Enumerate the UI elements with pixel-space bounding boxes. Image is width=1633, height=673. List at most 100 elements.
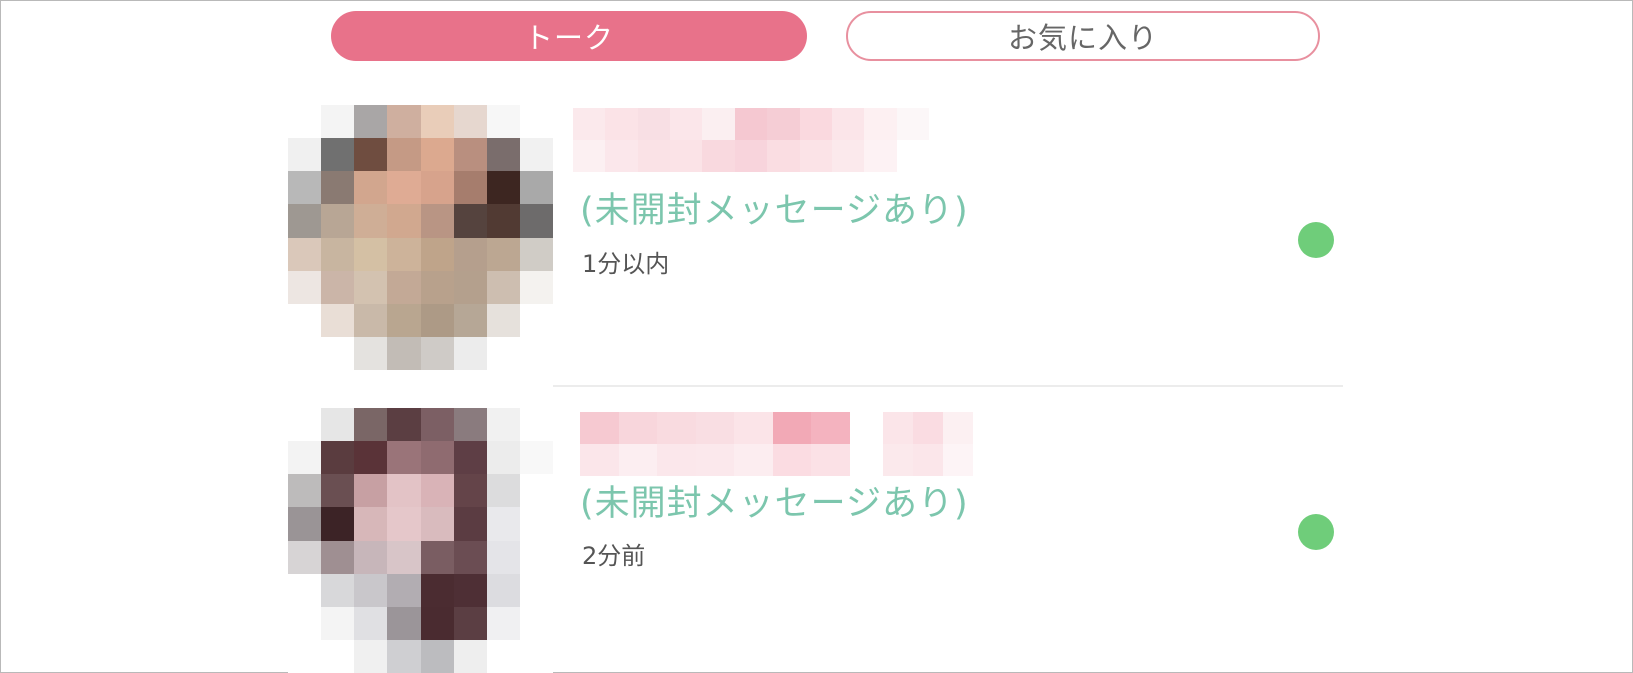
mosaic-pixel xyxy=(420,138,454,172)
mosaic-pixel xyxy=(288,408,322,442)
mosaic-pixel xyxy=(288,573,322,607)
mosaic-pixel xyxy=(519,408,553,442)
mosaic-pixel xyxy=(734,108,768,140)
list-divider xyxy=(553,385,1343,387)
mosaic-pixel xyxy=(702,140,735,172)
mosaic-pixel xyxy=(519,540,553,574)
mosaic-pixel xyxy=(354,270,388,304)
mosaic-pixel xyxy=(288,138,322,172)
mosaic-pixel xyxy=(453,606,487,640)
mosaic-pixel xyxy=(453,303,487,337)
mosaic-pixel xyxy=(354,606,388,640)
mosaic-pixel xyxy=(767,140,800,172)
mosaic-pixel xyxy=(453,441,487,475)
mosaic-pixel xyxy=(354,204,388,238)
mosaic-pixel xyxy=(288,507,322,541)
mosaic-pixel xyxy=(387,270,421,304)
mosaic-pixel xyxy=(453,336,487,370)
mosaic-pixel xyxy=(288,474,322,508)
mosaic-pixel xyxy=(695,412,735,444)
mosaic-pixel xyxy=(453,573,487,607)
mosaic-pixel xyxy=(321,573,355,607)
mosaic-pixel xyxy=(420,105,454,139)
mosaic-pixel xyxy=(354,408,388,442)
mosaic-pixel xyxy=(883,444,913,476)
mosaic-pixel xyxy=(913,444,943,476)
mosaic-pixel xyxy=(943,444,973,476)
mosaic-pixel xyxy=(354,573,388,607)
avatar xyxy=(288,408,553,673)
mosaic-pixel xyxy=(387,474,421,508)
mosaic-pixel xyxy=(519,303,553,337)
mosaic-pixel xyxy=(354,105,388,139)
mosaic-pixel xyxy=(670,108,703,140)
mosaic-pixel xyxy=(321,474,355,508)
mosaic-pixel xyxy=(670,140,703,172)
mosaic-pixel xyxy=(321,204,355,238)
mosaic-pixel xyxy=(486,540,520,574)
mosaic-pixel xyxy=(321,270,355,304)
mosaic-pixel xyxy=(420,606,454,640)
mosaic-pixel xyxy=(420,639,454,673)
mosaic-pixel xyxy=(486,138,520,172)
mosaic-pixel xyxy=(420,270,454,304)
mosaic-pixel xyxy=(288,204,322,238)
mosaic-pixel xyxy=(580,412,619,444)
mosaic-pixel xyxy=(354,474,388,508)
blurred-username xyxy=(580,412,850,476)
mosaic-pixel xyxy=(453,171,487,205)
mosaic-pixel xyxy=(354,303,388,337)
mosaic-pixel xyxy=(288,171,322,205)
mosaic-pixel xyxy=(420,474,454,508)
mosaic-pixel xyxy=(354,171,388,205)
mosaic-pixel xyxy=(573,108,606,140)
mosaic-pixel xyxy=(354,507,388,541)
mosaic-pixel xyxy=(767,108,800,140)
mosaic-pixel xyxy=(519,606,553,640)
mosaic-pixel xyxy=(453,138,487,172)
mosaic-pixel xyxy=(288,270,322,304)
mosaic-pixel xyxy=(573,140,606,172)
mosaic-pixel xyxy=(486,474,520,508)
mosaic-pixel xyxy=(453,639,487,673)
mosaic-pixel xyxy=(321,336,355,370)
mosaic-pixel xyxy=(321,606,355,640)
mosaic-pixel xyxy=(486,639,520,673)
mosaic-pixel xyxy=(387,237,421,271)
mosaic-pixel xyxy=(799,108,832,140)
mosaic-pixel xyxy=(453,204,487,238)
mosaic-pixel xyxy=(387,606,421,640)
mosaic-pixel xyxy=(420,507,454,541)
mosaic-pixel xyxy=(387,408,421,442)
mosaic-pixel xyxy=(811,412,850,444)
mosaic-pixel xyxy=(288,441,322,475)
mosaic-pixel xyxy=(453,408,487,442)
mosaic-pixel xyxy=(354,639,388,673)
mosaic-pixel xyxy=(519,105,553,139)
mosaic-pixel xyxy=(420,237,454,271)
mosaic-pixel xyxy=(420,171,454,205)
tab-talk[interactable]: トーク xyxy=(331,11,807,61)
mosaic-pixel xyxy=(420,540,454,574)
mosaic-pixel xyxy=(486,303,520,337)
avatar xyxy=(288,105,553,370)
mosaic-pixel xyxy=(486,606,520,640)
mosaic-pixel xyxy=(657,444,696,476)
mosaic-pixel xyxy=(288,639,322,673)
mosaic-pixel xyxy=(453,105,487,139)
mosaic-pixel xyxy=(486,204,520,238)
mosaic-pixel xyxy=(420,441,454,475)
mosaic-pixel xyxy=(387,336,421,370)
mosaic-pixel xyxy=(913,412,943,444)
mosaic-pixel xyxy=(772,412,812,444)
mosaic-pixel xyxy=(387,303,421,337)
mosaic-pixel xyxy=(387,204,421,238)
mosaic-pixel xyxy=(420,336,454,370)
mosaic-pixel xyxy=(519,204,553,238)
tab-favorites[interactable]: お気に入り xyxy=(846,11,1320,61)
mosaic-pixel xyxy=(288,303,322,337)
mosaic-pixel xyxy=(321,408,355,442)
mosaic-pixel xyxy=(354,138,388,172)
window-frame xyxy=(0,0,1633,673)
mosaic-pixel xyxy=(519,474,553,508)
